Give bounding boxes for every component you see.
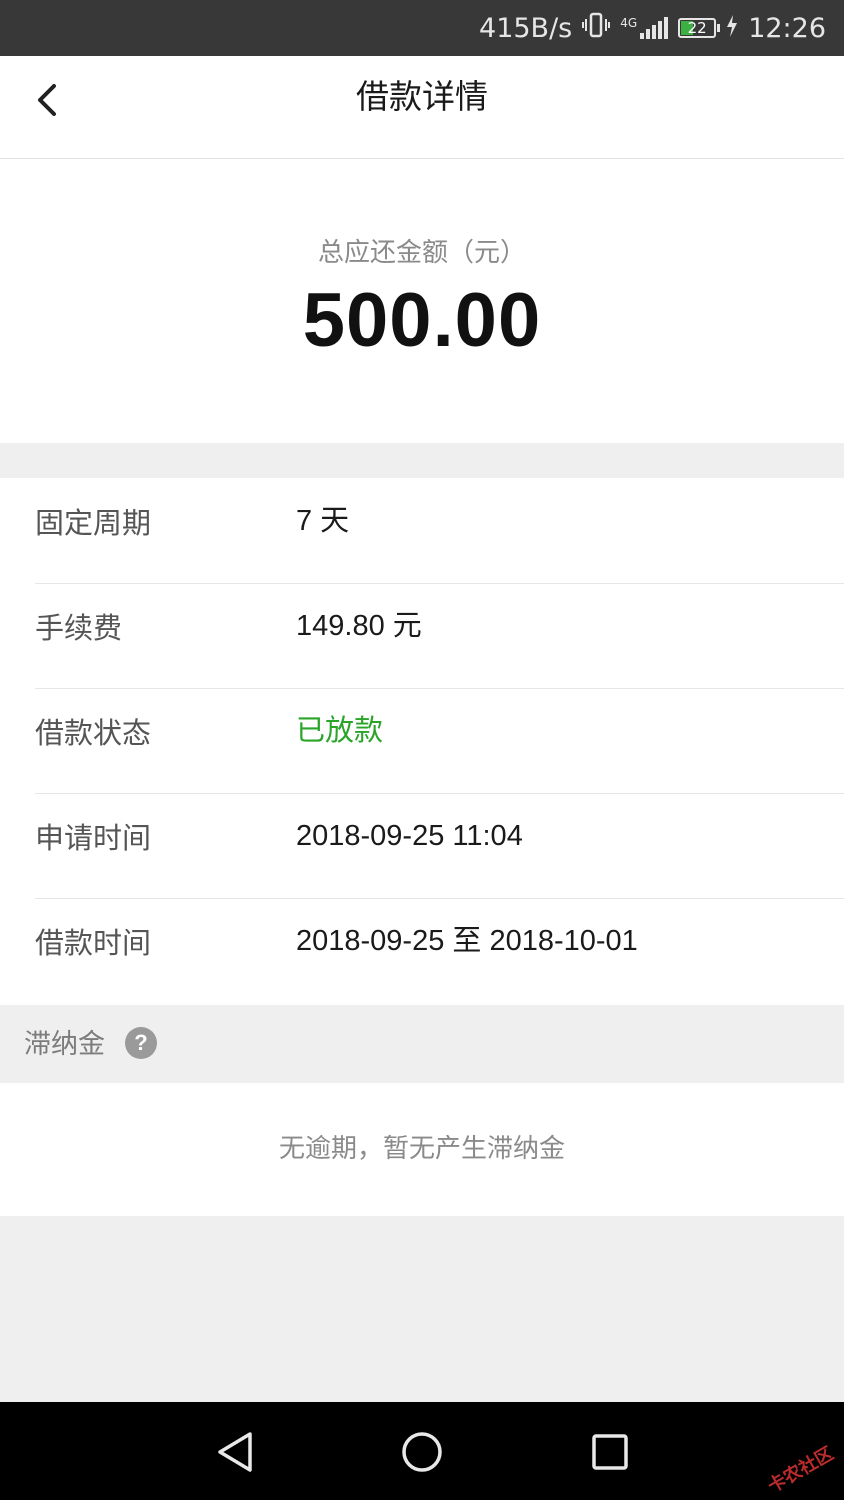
page-title: 借款详情 <box>356 77 488 116</box>
late-fee-panel: 无逾期，暂无产生滞纳金 <box>0 1083 844 1216</box>
loan-details: 固定周期 7 天 手续费 149.80 元 借款状态 已放款 申请时间 2018… <box>0 478 844 1005</box>
loan-status-value: 已放款 <box>296 715 384 747</box>
help-icon[interactable]: ? <box>125 1027 157 1059</box>
nav-home-button[interactable] <box>398 1428 446 1476</box>
status-bar: 415B/s 4G 22 12:26 <box>0 0 844 56</box>
detail-row-loan-period: 借款时间 2018-09-25 至 2018-10-01 <box>35 898 844 1003</box>
detail-value: 149.80 元 <box>296 610 422 642</box>
detail-label: 固定周期 <box>35 506 152 540</box>
status-bar-right: 415B/s 4G 22 12:26 <box>479 0 826 56</box>
detail-value: 2018-09-25 至 2018-10-01 <box>296 925 638 957</box>
vibrate-icon <box>582 12 611 45</box>
watermark-logo: 卡农社区 <box>764 1443 838 1498</box>
battery-level: 22 <box>687 19 707 37</box>
detail-label: 手续费 <box>35 611 123 645</box>
system-nav-bar: 卡农社区 <box>0 1402 844 1500</box>
circle-home-icon <box>402 1432 442 1472</box>
detail-row-apply-time: 申请时间 2018-09-25 11:04 <box>35 793 844 899</box>
total-due-amount: 500.00 <box>302 278 542 363</box>
charging-icon <box>726 13 738 44</box>
detail-label: 借款状态 <box>35 716 152 750</box>
detail-row-status: 借款状态 已放款 <box>35 688 844 794</box>
late-fee-header: 滞纳金 ? <box>0 1005 844 1083</box>
app-header: 借款详情 <box>0 56 844 159</box>
detail-label: 申请时间 <box>35 821 152 855</box>
clock: 12:26 <box>748 12 826 44</box>
total-due-label: 总应还金额（元） <box>317 238 526 268</box>
nav-recents-button[interactable] <box>586 1428 634 1476</box>
detail-value: 7 天 <box>296 505 350 537</box>
triangle-back-icon <box>218 1432 252 1472</box>
detail-row-fee: 手续费 149.80 元 <box>35 583 844 689</box>
late-fee-label: 滞纳金 <box>24 1029 105 1060</box>
detail-row-period: 固定周期 7 天 <box>35 478 844 584</box>
network-speed: 415B/s <box>479 12 573 44</box>
late-fee-message: 无逾期，暂无产生滞纳金 <box>278 1134 565 1164</box>
detail-label: 借款时间 <box>35 926 152 960</box>
signal-icon: 4G <box>620 16 669 39</box>
detail-value: 2018-09-25 11:04 <box>296 820 523 852</box>
nav-back-button[interactable] <box>212 1428 260 1476</box>
network-type: 4G <box>620 16 638 30</box>
repayment-summary: 总应还金额（元） 500.00 <box>0 159 844 443</box>
square-recents-icon <box>592 1434 628 1470</box>
battery-icon: 22 <box>678 18 721 38</box>
